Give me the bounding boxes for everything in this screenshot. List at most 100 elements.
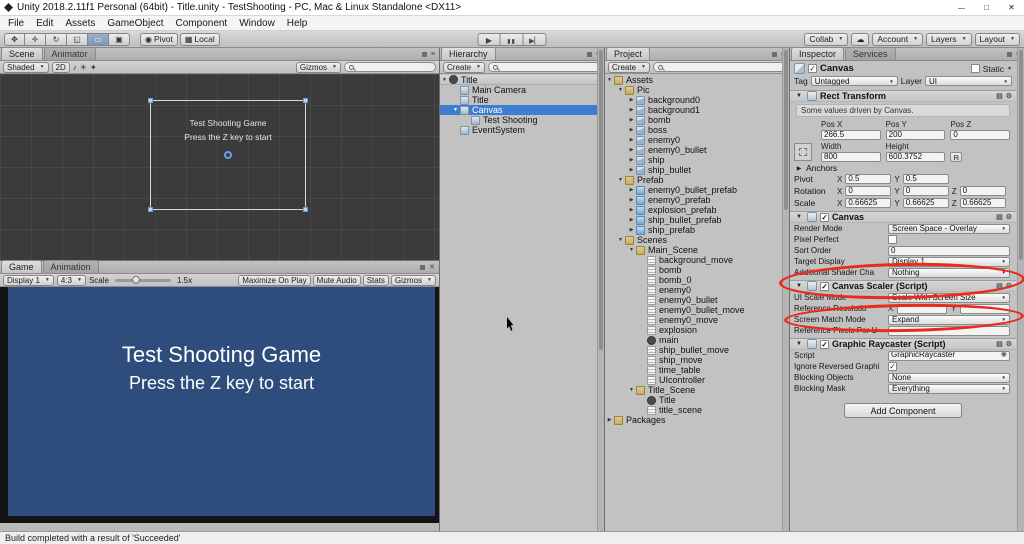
- minimize-button[interactable]: [949, 0, 974, 15]
- expand-arrow-icon[interactable]: ▼: [794, 283, 804, 289]
- tab-animation[interactable]: Animation: [42, 260, 99, 273]
- expand-arrow-icon[interactable]: ▼: [794, 214, 804, 220]
- scene-audio-icon[interactable]: ♪: [73, 63, 77, 72]
- width-field[interactable]: 800: [821, 152, 881, 162]
- rotation-x-field[interactable]: 0: [845, 186, 892, 196]
- project-item-packages[interactable]: ▶ Packages: [605, 415, 789, 425]
- expand-arrow-icon[interactable]: ▼: [794, 341, 804, 347]
- scene-viewport[interactable]: Test Shooting Game Press the Z key to st…: [0, 74, 439, 260]
- project-item-background1[interactable]: ▶ background1: [605, 105, 789, 115]
- lock-icon[interactable]: [771, 51, 777, 57]
- project-item-title-scene[interactable]: title_scene: [605, 405, 789, 415]
- pivot-handle[interactable]: [224, 151, 232, 159]
- aspect-dropdown[interactable]: 4:3: [56, 274, 86, 286]
- expand-arrow-icon[interactable]: ▼: [440, 77, 449, 83]
- hierarchy-create-button[interactable]: Create: [443, 61, 485, 73]
- property-dropdown[interactable]: Screen Space - Overlay: [888, 223, 1010, 234]
- gear-icon[interactable]: ⚙: [1006, 213, 1012, 221]
- static-dropdown-icon[interactable]: ▼: [1007, 66, 1012, 72]
- project-item-main-scene[interactable]: ▼ Main_Scene: [605, 245, 789, 255]
- static-checkbox[interactable]: [970, 64, 980, 73]
- move-tool-button[interactable]: ✛: [25, 32, 46, 46]
- hierarchy-search-input[interactable]: [487, 62, 601, 72]
- help-icon[interactable]: ▤: [996, 92, 1003, 100]
- account-button[interactable]: Account: [872, 32, 924, 46]
- pos-y-field[interactable]: 200: [885, 130, 946, 140]
- expand-arrow-icon[interactable]: ▶: [794, 165, 804, 172]
- step-button[interactable]: [523, 32, 547, 46]
- scale-z-field[interactable]: 0.66625: [959, 198, 1006, 208]
- expand-arrow-icon[interactable]: ▶: [627, 127, 636, 133]
- expand-arrow-icon[interactable]: ▶: [627, 187, 636, 193]
- enabled-checkbox[interactable]: [820, 212, 829, 222]
- expand-arrow-icon[interactable]: ▼: [627, 387, 636, 393]
- project-item-assets[interactable]: ▼ Assets: [605, 75, 789, 85]
- gear-icon[interactable]: ⚙: [1006, 92, 1012, 100]
- project-item-ship-bullet[interactable]: ▶ ship_bullet: [605, 165, 789, 175]
- project-item-explosion[interactable]: explosion: [605, 325, 789, 335]
- project-item-ship-move[interactable]: ship_move: [605, 355, 789, 365]
- add-component-button[interactable]: Add Component: [844, 403, 962, 418]
- raw-edit-button[interactable]: R: [950, 152, 963, 162]
- layers-button[interactable]: Layers: [926, 32, 972, 46]
- scale-slider[interactable]: [114, 275, 171, 284]
- panel-close-icon[interactable]: ✕: [429, 264, 435, 271]
- tab-scene[interactable]: Scene: [1, 47, 43, 60]
- project-item-main[interactable]: main: [605, 335, 789, 345]
- expand-arrow-icon[interactable]: ▼: [451, 107, 460, 113]
- expand-arrow-icon[interactable]: ▶: [627, 107, 636, 113]
- scale-y-field[interactable]: 0.66625: [902, 198, 949, 208]
- collab-button[interactable]: Collab: [804, 32, 849, 46]
- expand-arrow-icon[interactable]: ▶: [627, 137, 636, 143]
- pivot-y-field[interactable]: 0.5: [902, 174, 949, 184]
- rotation-y-field[interactable]: 0: [902, 186, 949, 196]
- shading-mode-dropdown[interactable]: Shaded: [3, 61, 49, 73]
- project-item-bomb[interactable]: ▶ bomb: [605, 115, 789, 125]
- property-dropdown[interactable]: Everything: [888, 383, 1010, 394]
- project-item-enemy0-move[interactable]: enemy0_move: [605, 315, 789, 325]
- property-checkbox[interactable]: [888, 235, 897, 244]
- project-item-prefab[interactable]: ▼ Prefab: [605, 175, 789, 185]
- panel-menu-icon[interactable]: ≡: [431, 51, 435, 58]
- project-item-enemy0[interactable]: enemy0: [605, 285, 789, 295]
- tab-hierarchy[interactable]: Hierarchy: [441, 47, 496, 60]
- project-item-scenes[interactable]: ▼ Scenes: [605, 235, 789, 245]
- menu-window[interactable]: Window: [233, 18, 281, 29]
- help-icon[interactable]: ▤: [996, 282, 1003, 290]
- project-item-uicontroller[interactable]: UIcontroller: [605, 375, 789, 385]
- menu-file[interactable]: File: [2, 18, 30, 29]
- menu-help[interactable]: Help: [281, 18, 314, 29]
- menu-assets[interactable]: Assets: [59, 18, 101, 29]
- canvas-rect-gizmo[interactable]: Test Shooting Game Press the Z key to st…: [148, 98, 308, 212]
- project-item-enemy0-bullet-move[interactable]: enemy0_bullet_move: [605, 305, 789, 315]
- hierarchy-item-main-camera[interactable]: Main Camera: [440, 85, 604, 95]
- property-checkbox[interactable]: [888, 362, 897, 371]
- enabled-checkbox[interactable]: [820, 339, 829, 349]
- scrollbar-thumb[interactable]: [1019, 50, 1023, 260]
- menu-component[interactable]: Component: [170, 18, 234, 29]
- pos-x-field[interactable]: 266.5: [821, 130, 881, 140]
- play-button[interactable]: [477, 32, 501, 46]
- expand-arrow-icon[interactable]: ▶: [605, 417, 614, 423]
- layout-button[interactable]: Layout: [974, 32, 1020, 46]
- help-icon[interactable]: ▤: [996, 340, 1003, 348]
- maximize-on-play-button[interactable]: Maximize On Play: [238, 274, 311, 286]
- expand-arrow-icon[interactable]: ▶: [627, 217, 636, 223]
- expand-arrow-icon[interactable]: ▶: [627, 117, 636, 123]
- hierarchy-item-test-shooting[interactable]: Test Shooting: [440, 115, 604, 125]
- lock-icon[interactable]: [1006, 51, 1012, 57]
- scene-lighting-icon[interactable]: ☀: [80, 63, 87, 72]
- maximize-button[interactable]: [974, 0, 999, 15]
- expand-arrow-icon[interactable]: ▼: [627, 247, 636, 253]
- hierarchy-scrollbar[interactable]: [597, 48, 604, 531]
- expand-arrow-icon[interactable]: ▶: [627, 97, 636, 103]
- tag-dropdown[interactable]: Untagged: [810, 76, 898, 86]
- scrollbar-thumb[interactable]: [784, 50, 788, 210]
- component-header-canvas[interactable]: ▼ Canvas ▤⚙: [790, 211, 1016, 223]
- inspector-scrollbar[interactable]: [1017, 48, 1024, 531]
- rect-tool-button[interactable]: ▭: [88, 32, 109, 46]
- property-dropdown[interactable]: None: [888, 372, 1010, 383]
- project-scrollbar[interactable]: [782, 48, 789, 531]
- project-item-enemy0-bullet-prefab[interactable]: ▶ enemy0_bullet_prefab: [605, 185, 789, 195]
- local-toggle-button[interactable]: ▦ Local: [179, 32, 220, 46]
